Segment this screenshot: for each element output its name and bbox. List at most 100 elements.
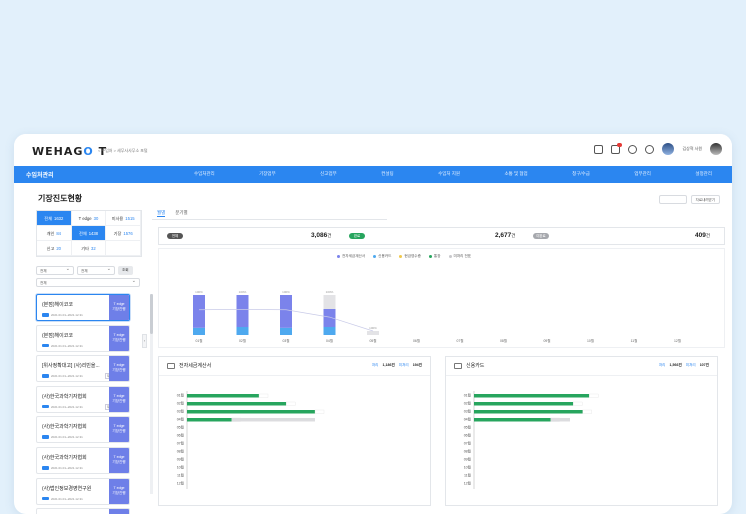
- nav-title[interactable]: 수임처관리: [26, 170, 54, 179]
- edge-sub: 기장진행: [112, 429, 126, 434]
- stat-label: 미사용: [111, 215, 124, 221]
- list-item[interactable]: (사)한국과학기자협회 2021.01.01~2021.12.31 T edge 기장…: [36, 416, 130, 444]
- chat-icon[interactable]: [628, 144, 638, 154]
- list-item[interactable]: (본점)헤이코코 2021.01.01~2021.12.31 T edge 기장진행: [36, 294, 130, 321]
- edge-badge[interactable]: T edge기장진행: [109, 356, 129, 382]
- avatar[interactable]: [662, 143, 675, 155]
- nav-item[interactable]: 청구/수금: [572, 171, 590, 177]
- bar-segment[interactable]: [323, 327, 336, 335]
- bar-segment[interactable]: [280, 295, 292, 328]
- profile-icon[interactable]: [710, 143, 722, 155]
- stat-cell[interactable]: 미사용 1515: [106, 211, 141, 226]
- tab-monthly[interactable]: 월별: [157, 210, 166, 217]
- bar-done[interactable]: [474, 394, 590, 398]
- y-tick-label: 10월: [177, 465, 184, 470]
- edge-sub: 기장진행: [112, 490, 126, 495]
- stat-cell[interactable]: 개인 84: [37, 226, 72, 241]
- bar-segment[interactable]: [323, 295, 336, 309]
- y-tick-label: 06월: [177, 433, 184, 438]
- nav-item[interactable]: 소통 및 협업: [504, 171, 527, 177]
- x-tick-label: 10월: [587, 338, 594, 343]
- trend-line: [198, 309, 330, 318]
- nav-item[interactable]: 신고업무: [320, 171, 337, 177]
- summary-bar: 전체 3,086건 완료 2,677건 미완료 409건: [158, 227, 725, 245]
- todo-label: 미처리: [685, 363, 696, 367]
- list-item[interactable]: [위사정확대고] (사)리빈을...2021.01.01~2021.12.31재…: [36, 355, 130, 383]
- bar-done[interactable]: [187, 394, 259, 398]
- list-item[interactable]: (사)한국과학기자협회2021.01.01~2021.12.31재고T edge…: [36, 385, 130, 413]
- y-tick-label: 03월: [464, 409, 471, 414]
- export-button[interactable]: 자료내려받기: [690, 195, 720, 204]
- list-item[interactable]: (사)한국과학기자협회 2021.01.01~2021.12.31 T edge 기장…: [36, 446, 130, 474]
- stat-label: 기장: [113, 230, 122, 236]
- done-label: 처리: [371, 363, 379, 367]
- bar-done[interactable]: [187, 418, 232, 422]
- done-label: 처리: [658, 363, 666, 367]
- document-icon[interactable]: [594, 144, 604, 154]
- bar-segment[interactable]: [193, 295, 205, 328]
- stat-cell[interactable]: T edge 30: [71, 211, 107, 226]
- done-value: 2,677건: [495, 232, 516, 239]
- nav-item[interactable]: 수임처 지원: [438, 171, 460, 177]
- bar-segment[interactable]: [236, 295, 249, 327]
- stat-label: 신고: [46, 245, 55, 251]
- y-tick-label: 03월: [177, 409, 184, 414]
- breadcrumb[interactable]: < 수임처 > 세무사사무소 포털: [98, 148, 148, 154]
- nav-item[interactable]: 업무관리: [634, 171, 651, 177]
- list-item[interactable]: (신용카드매출이신)이레도임...2021.01.01~2021.12.31T …: [36, 508, 130, 514]
- stat-cell[interactable]: 전체 1438: [71, 226, 107, 241]
- collapse-handle[interactable]: ‹: [142, 334, 147, 348]
- app-logo[interactable]: WEHAGO T: [32, 145, 107, 158]
- bar-done[interactable]: [474, 410, 583, 414]
- bell-icon[interactable]: [611, 142, 623, 154]
- right-panel: 월별 분기별 전체 3,086건 완료 2,677건 미완료 409건 전자세금계…: [152, 208, 725, 506]
- bar-done[interactable]: [187, 410, 315, 414]
- todo-count: 107건: [699, 363, 709, 367]
- done-count: 1,186건: [382, 363, 395, 367]
- search-button[interactable]: 조회: [118, 266, 133, 275]
- stat-cell[interactable]: 신고 20: [37, 241, 72, 256]
- edge-badge[interactable]: T edge기장진행: [109, 325, 129, 351]
- edge-badge[interactable]: T edge기장진행: [109, 417, 129, 443]
- bar-value-label: 100%: [369, 326, 377, 330]
- client-name: (사)한국과학기자협회: [42, 424, 87, 431]
- x-tick-label: 03월: [283, 338, 290, 343]
- bar-value-box: [258, 393, 269, 398]
- filter-select-1[interactable]: 전체: [36, 266, 74, 275]
- bar-todo[interactable]: [231, 418, 315, 422]
- edge-badge[interactable]: T edge기장진행: [109, 509, 129, 514]
- list-item[interactable]: (사)법인정보경영연구원 2021.01.01~2021.12.31 T edge 기…: [36, 477, 130, 505]
- list-item[interactable]: (본점)헤이코코 2021.01.01~2021.12.31 T edge 기장진행: [36, 324, 130, 352]
- year-select[interactable]: [658, 195, 687, 204]
- stat-cell[interactable]: 전체 1632: [37, 211, 72, 226]
- nav-item[interactable]: 설정관리: [695, 171, 712, 177]
- bar-segment[interactable]: [367, 331, 379, 335]
- user-name[interactable]: 김상혁 사원: [682, 146, 702, 152]
- bar-segment[interactable]: [323, 309, 336, 327]
- edge-badge[interactable]: T edge기장진행: [109, 295, 129, 320]
- list-scrollbar[interactable]: [150, 294, 153, 494]
- stat-cell[interactable]: 기장 1576: [106, 226, 141, 241]
- y-tick-label: 02월: [464, 401, 471, 406]
- stat-cell[interactable]: 기타 32: [71, 241, 107, 256]
- edge-badge[interactable]: T edge기장진행: [109, 447, 129, 473]
- nav-item[interactable]: 컨설팅: [381, 171, 393, 177]
- bar-segment[interactable]: [193, 327, 205, 335]
- bar-done[interactable]: [187, 402, 287, 406]
- todo-label: 미처리: [398, 363, 409, 367]
- nav-item[interactable]: 기장업무: [259, 171, 276, 177]
- bar-done[interactable]: [474, 418, 551, 422]
- client-period: 2021.01.01~2021.12.31: [51, 465, 83, 470]
- bar-done[interactable]: [474, 402, 574, 406]
- filter-select-2[interactable]: 전체: [77, 266, 115, 275]
- x-tick-label: 01월: [196, 338, 203, 343]
- nav-item[interactable]: 수임처관리: [194, 171, 215, 177]
- filter-select-3[interactable]: 전체: [36, 278, 140, 287]
- edge-badge[interactable]: T edge기장진행: [109, 386, 129, 412]
- bar-todo[interactable]: [550, 418, 570, 422]
- bar-value-label: 100%: [282, 290, 290, 294]
- help-icon[interactable]: [645, 144, 655, 154]
- bar-segment[interactable]: [236, 327, 249, 335]
- tab-quarterly[interactable]: 분기별: [175, 210, 187, 217]
- bar-segment[interactable]: [280, 327, 292, 335]
